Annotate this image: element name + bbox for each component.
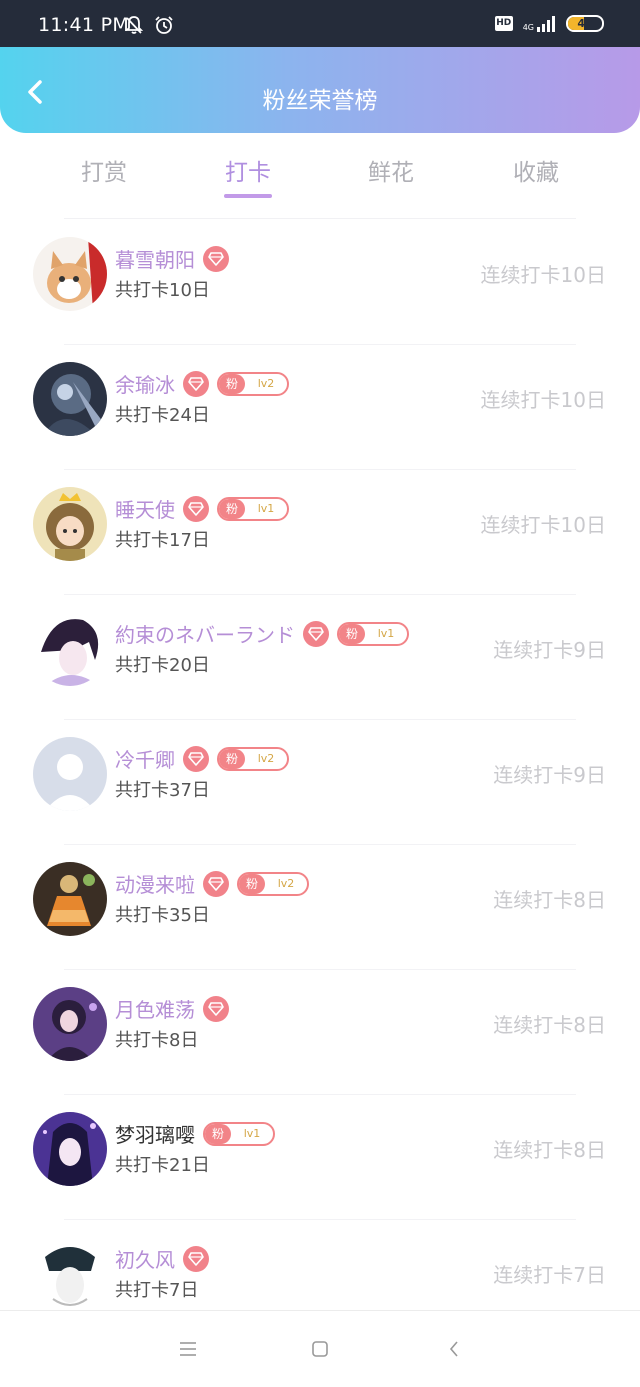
diamond-icon	[183, 745, 209, 772]
diamond-icon	[303, 620, 329, 647]
menu-icon	[180, 1342, 196, 1356]
fan-badge-label: 粉	[205, 1123, 231, 1144]
tab-favorites[interactable]: 收藏	[476, 153, 596, 187]
alarm-icon	[154, 15, 174, 39]
fan-badge-label: 粉	[219, 373, 245, 394]
streak-checkins: 连续打卡10日	[480, 513, 606, 537]
fan-level-badge: 粉 lv2	[237, 871, 309, 896]
header: 粉丝荣誉榜	[0, 47, 640, 133]
fan-badge-level: lv2	[257, 752, 275, 765]
diamond-icon	[183, 495, 209, 522]
total-checkins: 共打卡35日	[115, 905, 210, 926]
list-item[interactable]: 月色难荡共打卡8日 连续打卡8日	[0, 970, 640, 1095]
fan-level-badge: 粉 lv1	[203, 1121, 275, 1146]
fan-name[interactable]: 月色难荡	[115, 994, 195, 1023]
total-checkins: 共打卡21日	[115, 1155, 210, 1176]
list-item[interactable]: 約束のネバーランド 粉 lv1 共打卡20日 连续打卡9日	[0, 595, 640, 720]
status-time: 11:41 PM	[38, 14, 130, 36]
divider	[64, 218, 576, 219]
fan-name[interactable]: 初久风	[115, 1244, 175, 1273]
list-item[interactable]: 暮雪朝阳共打卡10日 连续打卡10日	[0, 220, 640, 345]
tab-checkin[interactable]: 打卡	[188, 153, 308, 187]
diamond-icon	[203, 870, 229, 897]
streak-checkins: 连续打卡10日	[480, 388, 606, 412]
system-back-button[interactable]	[440, 1337, 468, 1361]
total-checkins: 共打卡20日	[115, 655, 210, 676]
fan-list: 暮雪朝阳 共打卡10日 连续打卡10日 余瑜冰粉 lv2 共打卡24日 连续打卡10日 睡天使…	[0, 220, 640, 1345]
list-item[interactable]: 梦羽璃嘤粉 lv1 共打卡21日 连续打卡8日	[0, 1095, 640, 1220]
fan-badge-label: 粉	[219, 498, 245, 519]
total-checkins: 共打卡37日	[115, 780, 210, 801]
fan-name[interactable]: 动漫来啦	[115, 869, 195, 898]
avatar[interactable]	[33, 737, 107, 811]
diamond-icon	[183, 1245, 209, 1272]
active-tab-indicator	[224, 194, 272, 198]
avatar[interactable]	[33, 1237, 107, 1311]
fan-level-badge: 粉 lv1	[337, 621, 409, 646]
avatar[interactable]	[33, 612, 107, 686]
avatar[interactable]	[33, 362, 107, 436]
total-checkins: 共打卡17日	[115, 530, 210, 551]
fan-badge-level: lv1	[257, 502, 275, 515]
total-checkins: 共打卡24日	[115, 405, 210, 426]
diamond-icon	[183, 370, 209, 397]
back-chevron-icon	[449, 1341, 458, 1357]
list-item[interactable]: 动漫来啦 粉 lv2 共打卡35日 连续打卡8日	[0, 845, 640, 970]
fan-badge-level: lv2	[257, 377, 275, 390]
fan-name[interactable]: 約束のネバーランド	[115, 619, 295, 648]
streak-checkins: 连续打卡9日	[493, 763, 606, 787]
list-item[interactable]: 余瑜冰 粉 lv2 共打卡24日 连续打卡10日	[0, 345, 640, 470]
hd-icon: HD	[494, 16, 513, 31]
signal-icon: 4G	[522, 15, 556, 32]
system-nav-bar	[0, 1310, 640, 1387]
avatar[interactable]	[33, 987, 107, 1061]
fan-name[interactable]: 暮雪朝阳	[115, 244, 195, 273]
notification-muted-icon	[124, 15, 144, 39]
total-checkins: 共打卡10日	[115, 280, 210, 301]
fan-level-badge: 粉 lv2	[217, 371, 289, 396]
tab-reward[interactable]: 打赏	[44, 153, 164, 187]
total-checkins: 共打卡8日	[115, 1030, 199, 1051]
menu-button[interactable]	[174, 1337, 202, 1361]
streak-checkins: 连续打卡8日	[493, 888, 606, 912]
fan-level-badge: 粉 lv2	[217, 746, 289, 771]
streak-checkins: 连续打卡8日	[493, 1138, 606, 1162]
list-item[interactable]: 睡天使 粉 lv1 共打卡17日 连续打卡10日	[0, 470, 640, 595]
tab-bar: 打赏 打卡 鲜花 收藏	[0, 133, 640, 219]
diamond-icon	[203, 995, 229, 1022]
fan-badge-label: 粉	[339, 623, 365, 644]
avatar[interactable]	[33, 862, 107, 936]
avatar[interactable]	[33, 237, 107, 311]
fan-name[interactable]: 梦羽璃嘤	[115, 1119, 195, 1148]
home-square-icon	[312, 1341, 328, 1357]
fan-badge-level: lv1	[377, 627, 395, 640]
tab-flowers[interactable]: 鲜花	[331, 153, 451, 187]
fan-badge-level: lv1	[243, 1127, 261, 1140]
fan-badge-label: 粉	[219, 748, 245, 769]
fan-name[interactable]: 冷千卿	[115, 744, 175, 773]
streak-checkins: 连续打卡8日	[493, 1013, 606, 1037]
fan-badge-level: lv2	[277, 877, 295, 890]
home-button[interactable]	[306, 1337, 334, 1361]
battery-icon: 47	[566, 15, 604, 32]
page-title: 粉丝荣誉榜	[262, 88, 378, 114]
fan-level-badge: 粉 lv1	[217, 496, 289, 521]
streak-checkins: 连续打卡7日	[493, 1263, 606, 1287]
streak-checkins: 连续打卡10日	[480, 263, 606, 287]
list-item[interactable]: 冷千卿 粉 lv2 共打卡37日 连续打卡9日	[0, 720, 640, 845]
status-bar: 11:41 PM HD 4G 47	[0, 0, 640, 47]
total-checkins: 共打卡7日	[115, 1280, 199, 1301]
battery-percent: 47	[577, 17, 593, 30]
fan-name[interactable]: 余瑜冰	[115, 369, 175, 398]
fan-badge-label: 粉	[239, 873, 265, 894]
fan-name[interactable]: 睡天使	[115, 494, 175, 523]
network-type: 4G	[522, 22, 534, 32]
streak-checkins: 连续打卡9日	[493, 638, 606, 662]
avatar[interactable]	[33, 487, 107, 561]
diamond-icon	[203, 245, 229, 272]
avatar[interactable]	[33, 1112, 107, 1186]
